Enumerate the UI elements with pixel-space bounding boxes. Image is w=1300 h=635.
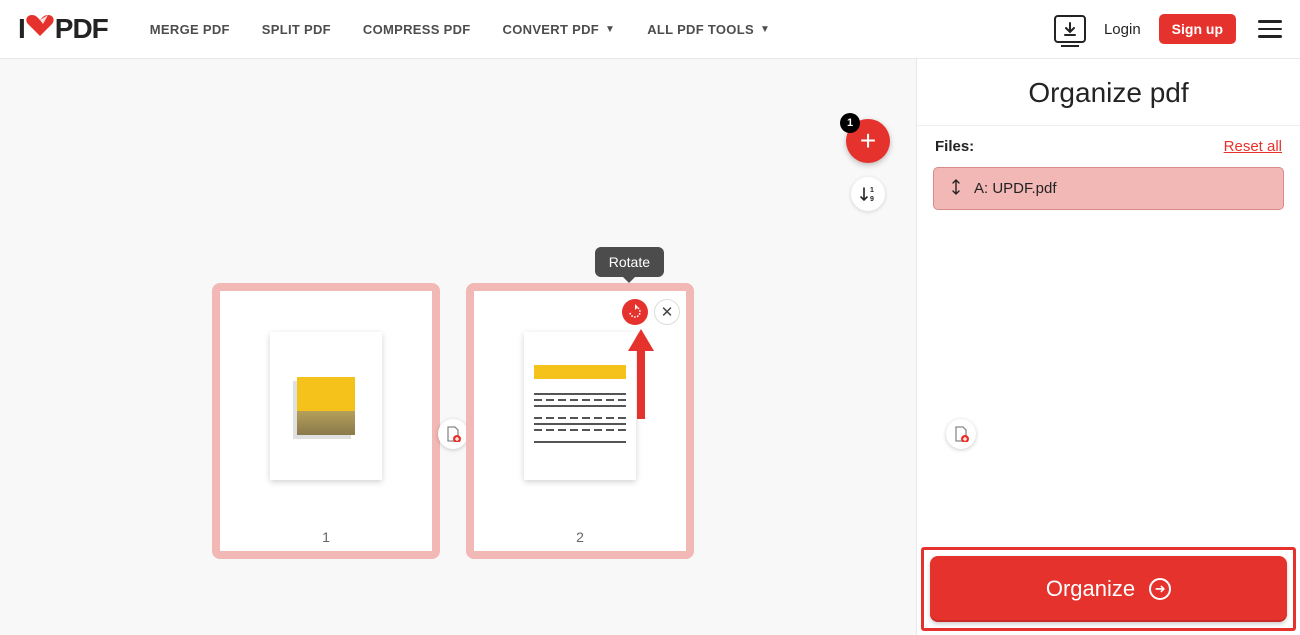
- app-header: I PDF MERGE PDF SPLIT PDF COMPRESS PDF C…: [0, 0, 1300, 59]
- nav-split[interactable]: SPLIT PDF: [262, 22, 331, 37]
- page-preview: [524, 332, 636, 480]
- page-number: 2: [576, 521, 584, 551]
- nav-all-tools[interactable]: ALL PDF TOOLS▼: [647, 22, 770, 37]
- add-files-button[interactable]: + 1: [846, 119, 890, 163]
- rotate-tooltip: Rotate: [595, 247, 664, 277]
- rotate-page-button[interactable]: [622, 299, 648, 325]
- signup-button[interactable]: Sign up: [1159, 14, 1236, 44]
- insert-page-button[interactable]: [438, 419, 468, 449]
- logo[interactable]: I PDF: [18, 13, 108, 45]
- options-sidebar: Organize pdf Files: Reset all A: UPDF.pd…: [916, 59, 1300, 635]
- insert-page-button[interactable]: [946, 419, 976, 449]
- page-number: 1: [322, 521, 330, 551]
- nav-merge[interactable]: MERGE PDF: [150, 22, 230, 37]
- sidebar-title: Organize pdf: [917, 59, 1300, 126]
- drag-handle-icon: [950, 179, 962, 198]
- organize-button[interactable]: Organize ➜: [930, 556, 1287, 622]
- sort-numeric-icon: 19: [859, 185, 877, 203]
- file-count-badge: 1: [840, 113, 860, 133]
- sort-pages-button[interactable]: 19: [851, 177, 885, 211]
- header-actions: Login Sign up: [1054, 14, 1282, 44]
- annotation-highlight: Organize ➜: [921, 547, 1296, 631]
- svg-text:1: 1: [870, 187, 874, 194]
- page-thumbnail-2[interactable]: Rotate ✕: [466, 283, 694, 559]
- nav-convert[interactable]: CONVERT PDF▼: [503, 22, 616, 37]
- menu-icon[interactable]: [1258, 20, 1282, 38]
- main-nav: MERGE PDF SPLIT PDF COMPRESS PDF CONVERT…: [150, 22, 770, 37]
- page-canvas: + 1 19 1 Rotate: [0, 59, 916, 635]
- login-link[interactable]: Login: [1104, 21, 1141, 38]
- heart-icon: [25, 13, 55, 45]
- plus-icon: +: [860, 125, 876, 157]
- page-preview: [270, 332, 382, 480]
- add-page-icon: [953, 426, 969, 442]
- nav-compress[interactable]: COMPRESS PDF: [363, 22, 471, 37]
- reset-all-link[interactable]: Reset all: [1224, 138, 1282, 155]
- close-icon: ✕: [661, 303, 674, 321]
- add-page-icon: [445, 426, 461, 442]
- arrow-right-circle-icon: ➜: [1149, 578, 1171, 600]
- page-thumbnail-1[interactable]: 1: [212, 283, 440, 559]
- logo-text-pdf: PDF: [55, 13, 108, 45]
- chevron-down-icon: ▼: [760, 24, 770, 35]
- files-label: Files:: [935, 138, 974, 155]
- svg-text:9: 9: [870, 196, 874, 203]
- file-item[interactable]: A: UPDF.pdf: [933, 167, 1284, 210]
- logo-text-i: I: [18, 13, 25, 45]
- desktop-download-icon[interactable]: [1054, 15, 1086, 43]
- chevron-down-icon: ▼: [605, 24, 615, 35]
- file-name: A: UPDF.pdf: [974, 180, 1057, 197]
- remove-page-button[interactable]: ✕: [654, 299, 680, 325]
- rotate-icon: [627, 304, 643, 320]
